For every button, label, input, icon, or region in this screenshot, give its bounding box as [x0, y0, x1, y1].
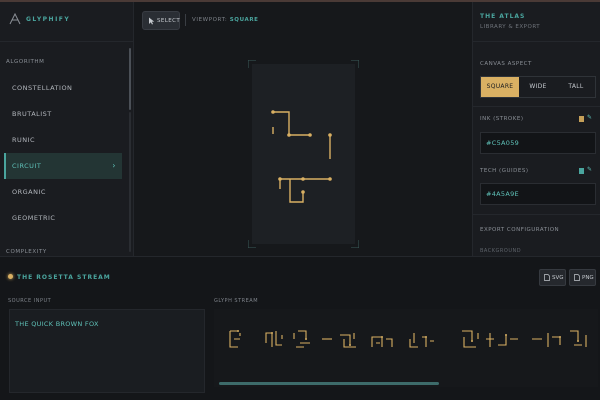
- sidebar-scroll-track: [129, 112, 131, 252]
- aspect-tall-button[interactable]: TALL: [557, 77, 595, 97]
- ink-stroke-label: INK (STROKE): [480, 116, 524, 122]
- algorithm-item-label: RUNIC: [12, 136, 36, 144]
- panel-divider: [473, 106, 600, 107]
- glyph-stream-label: GLYPH STREAM: [214, 298, 259, 304]
- brand-header: GLYPHIFY: [0, 2, 133, 42]
- algorithm-item-label: CIRCUIT: [12, 162, 42, 170]
- export-png-label: PNG: [582, 275, 594, 281]
- algorithm-list: CONSTELLATION BRUTALIST RUNIC CIRCUIT › O…: [4, 75, 122, 231]
- source-input-field[interactable]: THE QUICK BROWN FOX: [9, 309, 205, 393]
- export-png-button[interactable]: PNG: [569, 269, 596, 286]
- tech-color-input[interactable]: #4A5A9E: [480, 183, 596, 205]
- glyph-canvas[interactable]: [252, 64, 355, 244]
- edit-pencil-icon[interactable]: ✎: [587, 166, 592, 173]
- algorithm-item-label: GEOMETRIC: [12, 214, 56, 222]
- algorithm-section-label: ALGORITHM: [6, 59, 45, 65]
- glyph-stream-scrollbar[interactable]: [219, 382, 439, 385]
- algorithm-item-label: CONSTELLATION: [12, 84, 73, 92]
- circuit-glyph: [271, 110, 332, 203]
- tech-guides-label: TECH (GUIDES): [480, 168, 529, 174]
- select-tool-button[interactable]: SELECT: [142, 11, 180, 30]
- select-tool-label: SELECT: [157, 18, 181, 24]
- aspect-wide-button[interactable]: WIDE: [519, 77, 557, 97]
- tech-color-swatch[interactable]: [579, 168, 584, 174]
- algorithm-item-runic[interactable]: RUNIC: [4, 127, 122, 153]
- algorithm-item-label: BRUTALIST: [12, 110, 52, 118]
- aspect-square-button[interactable]: SQUARE: [481, 77, 519, 97]
- status-dot-icon: [8, 274, 13, 279]
- export-svg-button[interactable]: SVG: [539, 269, 566, 286]
- app-name: GLYPHIFY: [26, 16, 71, 23]
- canvas-area: SELECT VIEWPORT: SQUARE: [134, 2, 472, 256]
- viewport-value: SQUARE: [229, 17, 259, 23]
- viewport-label: VIEWPORT:: [192, 17, 228, 23]
- file-icon: [574, 274, 580, 281]
- algorithm-item-organic[interactable]: ORGANIC: [4, 179, 122, 205]
- algorithm-item-constellation[interactable]: CONSTELLATION: [4, 75, 122, 101]
- glyph-canvas-frame: [248, 60, 359, 248]
- atlas-panel: THE ATLAS LIBRARY & EXPORT CANVAS ASPECT…: [472, 2, 600, 256]
- ink-color-input[interactable]: #C5A059: [480, 132, 596, 154]
- source-input-label: SOURCE INPUT: [8, 298, 52, 304]
- panel-divider: [473, 214, 600, 215]
- export-svg-label: SVG: [552, 275, 564, 281]
- ink-color-swatch[interactable]: [579, 116, 584, 122]
- cursor-icon: [149, 17, 155, 25]
- edit-pencil-icon[interactable]: ✎: [587, 114, 592, 121]
- glyph-stream-glyphs: [229, 330, 587, 348]
- toolbar-divider: [185, 14, 186, 26]
- chevron-right-icon: ›: [112, 161, 116, 170]
- canvas-aspect-label: CANVAS ASPECT: [480, 61, 532, 67]
- export-config-label: EXPORT CONFIGURATION: [480, 227, 560, 233]
- atlas-title: THE ATLAS: [480, 13, 526, 20]
- atlas-header: THE ATLAS LIBRARY & EXPORT: [473, 2, 600, 42]
- canvas-toolbar: SELECT VIEWPORT: SQUARE: [134, 2, 472, 38]
- algorithm-item-geometric[interactable]: GEOMETRIC: [4, 205, 122, 231]
- rosetta-stream-panel: THE ROSETTA STREAM SVG PNG SOURCE INPUT …: [0, 256, 600, 400]
- aspect-selector: SQUARE WIDE TALL: [480, 76, 596, 98]
- file-icon: [544, 274, 550, 281]
- complexity-section-label: COMPLEXITY: [6, 249, 47, 255]
- glyphify-logo-icon: [9, 12, 21, 25]
- atlas-subtitle: LIBRARY & EXPORT: [480, 24, 541, 30]
- sidebar-scrollbar[interactable]: [129, 48, 131, 110]
- algorithm-item-label: ORGANIC: [12, 188, 46, 196]
- rosetta-stream-title: THE ROSETTA STREAM: [17, 274, 111, 281]
- source-input-text: THE QUICK BROWN FOX: [15, 320, 99, 328]
- algorithm-sidebar: GLYPHIFY ALGORITHM CONSTELLATION BRUTALI…: [0, 2, 134, 256]
- viewport-indicator: VIEWPORT: SQUARE: [192, 17, 259, 23]
- glyph-stream-view[interactable]: [214, 309, 598, 387]
- background-label: BACKGROUND: [480, 248, 522, 254]
- algorithm-item-circuit[interactable]: CIRCUIT ›: [4, 153, 122, 179]
- algorithm-item-brutalist[interactable]: BRUTALIST: [4, 101, 122, 127]
